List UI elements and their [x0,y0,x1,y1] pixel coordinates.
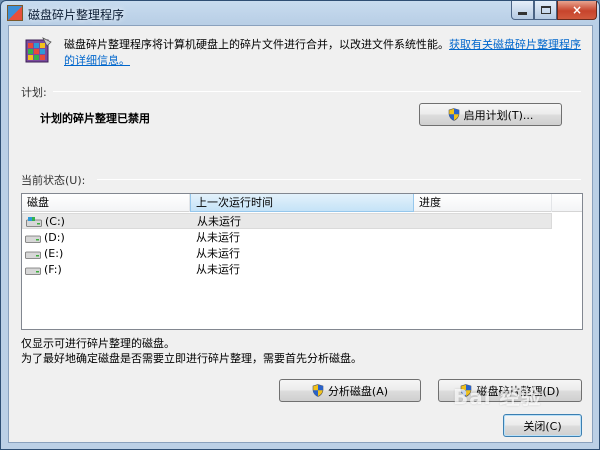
disk-name: (D:) [44,231,65,244]
schedule-divider [53,91,581,92]
defrag-app-icon [7,5,23,21]
minimize-button[interactable] [511,1,534,20]
uac-shield-icon [448,108,459,121]
system-drive-icon [26,217,42,227]
last-run-time: 从未运行 [197,215,241,228]
drive-icon [25,267,41,275]
note-analyze-first: 为了最好地确定磁盘是否需要立即进行碎片整理，需要首先分析磁盘。 [21,352,362,365]
close-button[interactable]: 关闭(C) [503,414,582,437]
column-progress[interactable]: 进度 [414,194,552,212]
close-window-button[interactable]: × [557,1,597,20]
drive-icon [25,235,41,243]
last-run-time: 从未运行 [196,231,240,244]
disk-row[interactable]: (E:) 从未运行 [22,246,552,262]
disk-list-header: 磁盘 上一次运行时间 进度 [22,194,582,212]
enable-schedule-button[interactable]: 启用计划(T)... [419,103,562,126]
window-title: 磁盘碎片整理程序 [28,8,125,22]
disk-row[interactable]: (F:) 从未运行 [22,262,552,278]
enable-schedule-label: 启用计划(T)... [463,108,534,122]
column-last-run[interactable]: 上一次运行时间 [190,194,414,212]
defrag-window: 磁盘碎片整理程序 × 磁盘碎片整理程序将计算机硬盘上的碎片文件进行合并，以改进文… [0,0,600,450]
disk-row[interactable]: (C:) 从未运行 [22,213,552,229]
schedule-status: 计划的碎片整理已禁用 [40,112,150,125]
defragment-disk-label: 磁盘碎片整理(D) [476,384,560,398]
defrag-icon [25,37,52,63]
status-divider [97,179,581,180]
title-bar[interactable]: 磁盘碎片整理程序 × [1,1,599,25]
disk-name: (E:) [44,247,64,260]
maximize-button[interactable] [534,1,557,20]
close-button-label: 关闭(C) [523,419,562,433]
defragment-disk-button[interactable]: 磁盘碎片整理(D) [438,379,582,402]
maximize-icon [540,6,551,14]
close-icon: × [571,3,583,17]
last-run-time: 从未运行 [196,263,240,276]
last-run-time: 从未运行 [196,247,240,260]
intro-description: 磁盘碎片整理程序将计算机硬盘上的碎片文件进行合并，以改进文件系统性能。 [64,38,449,51]
schedule-label: 计划: [21,86,47,99]
uac-shield-icon [461,384,472,397]
disk-list[interactable]: 磁盘 上一次运行时间 进度 (C:) 从未运行 (D:) 从未运行 (E:) 从… [21,193,583,330]
uac-shield-icon [312,384,324,397]
disk-name: (F:) [44,263,62,276]
analyze-disk-label: 分析磁盘(A) [327,384,389,398]
column-disk[interactable]: 磁盘 [22,194,190,212]
intro-text: 磁盘碎片整理程序将计算机硬盘上的碎片文件进行合并，以改进文件系统性能。获取有关磁… [64,37,589,69]
note-defraggable: 仅显示可进行碎片整理的磁盘。 [21,337,175,350]
disk-name: (C:) [45,215,65,228]
dialog-body: 磁盘碎片整理程序将计算机硬盘上的碎片文件进行合并，以改进文件系统性能。获取有关磁… [8,25,593,443]
disk-row[interactable]: (D:) 从未运行 [22,230,552,246]
minimize-icon [518,12,527,15]
drive-icon [25,251,41,259]
current-status-label: 当前状态(U): [21,174,86,187]
analyze-disk-button[interactable]: 分析磁盘(A) [279,379,421,402]
